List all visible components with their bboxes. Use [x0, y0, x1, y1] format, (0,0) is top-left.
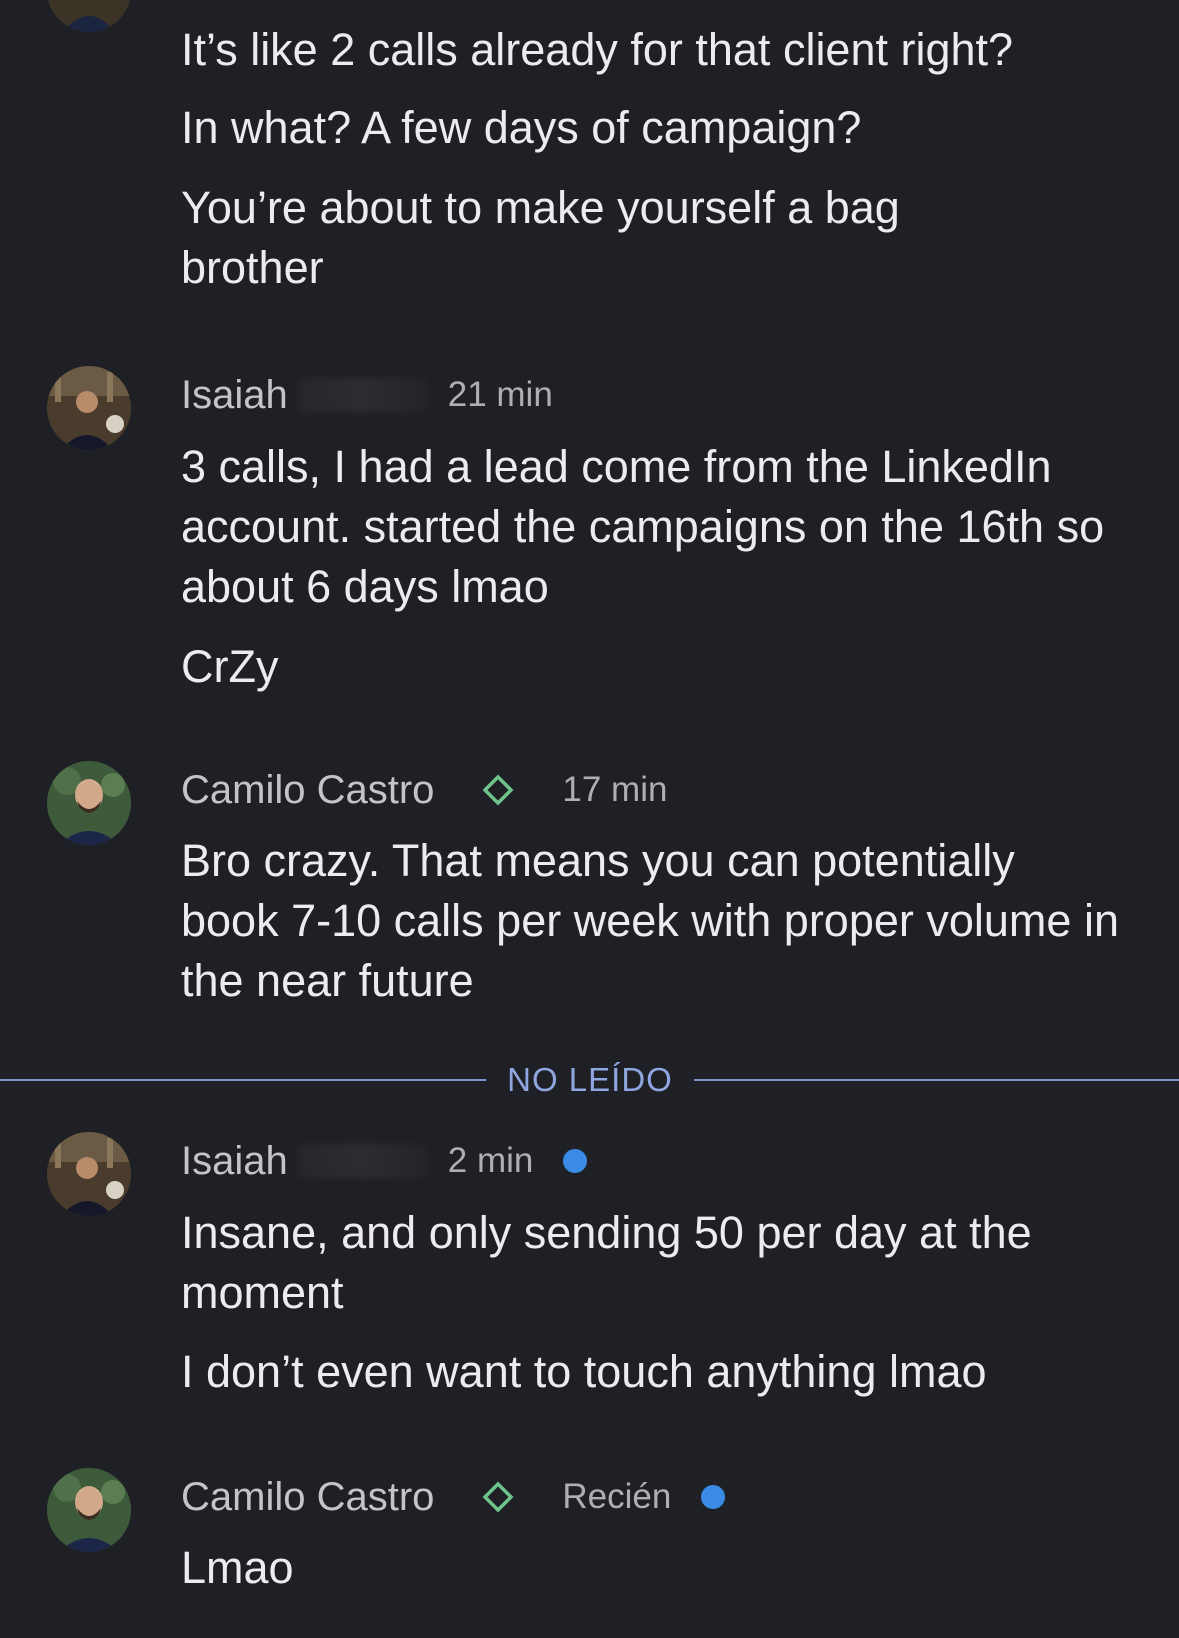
message-header: Isaiah 2 min	[181, 1133, 588, 1189]
avatar-isaiah[interactable]	[47, 366, 131, 450]
avatar-isaiah[interactable]	[47, 1132, 131, 1216]
message-text[interactable]: CrZy	[181, 637, 1141, 697]
timestamp: 17 min	[562, 770, 668, 809]
unread-dot-icon	[563, 1149, 588, 1173]
message-text[interactable]: It’s like 2 calls already for that clien…	[181, 20, 1141, 80]
message-header: Camilo Castro Recién	[181, 1469, 726, 1525]
avatar-image	[47, 366, 131, 450]
message-text[interactable]: 3 calls, I had a lead come from the Link…	[181, 437, 1141, 617]
avatar-camilo-castro[interactable]	[47, 761, 131, 845]
author-name[interactable]: Camilo Castro	[181, 768, 434, 813]
chat-thread: It’s like 2 calls already for that clien…	[0, 0, 1179, 1638]
message-text[interactable]: I don’t even want to touch anything lmao	[181, 1342, 1141, 1402]
avatar-image	[47, 1132, 131, 1216]
message-text[interactable]: In what? A few days of campaign?	[181, 98, 1141, 158]
avatar-image	[47, 761, 131, 845]
message-header: Isaiah 21 min	[181, 367, 553, 423]
diamond-outline-icon	[480, 1479, 516, 1515]
avatar-isaiah-top[interactable]	[47, 0, 131, 32]
unread-label: NO LEÍDO	[507, 1061, 673, 1098]
avatar-image	[47, 1468, 131, 1552]
message-text[interactable]: Lmao	[181, 1538, 1141, 1598]
message-text[interactable]: You’re about to make yourself a bag brot…	[181, 178, 981, 298]
message-header: Camilo Castro 17 min	[181, 762, 667, 818]
divider-line	[694, 1079, 1179, 1081]
timestamp: 2 min	[447, 1141, 534, 1180]
unread-dot-icon	[701, 1485, 726, 1509]
author-name[interactable]: Isaiah	[181, 373, 288, 418]
avatar-image	[47, 0, 131, 32]
diamond-outline-icon	[480, 772, 516, 808]
message-text[interactable]: Bro crazy. That means you can potentiall…	[181, 831, 1121, 1011]
author-name[interactable]: Camilo Castro	[181, 1475, 434, 1520]
redacted-surname	[297, 378, 428, 412]
redacted-surname	[297, 1144, 428, 1178]
avatar-camilo-castro[interactable]	[47, 1468, 131, 1552]
author-name[interactable]: Isaiah	[181, 1139, 288, 1184]
timestamp: 21 min	[447, 375, 553, 414]
divider-line	[0, 1079, 486, 1081]
message-text[interactable]: Insane, and only sending 50 per day at t…	[181, 1203, 1121, 1323]
unread-divider: NO LEÍDO	[0, 1060, 1179, 1100]
timestamp: Recién	[562, 1477, 672, 1516]
